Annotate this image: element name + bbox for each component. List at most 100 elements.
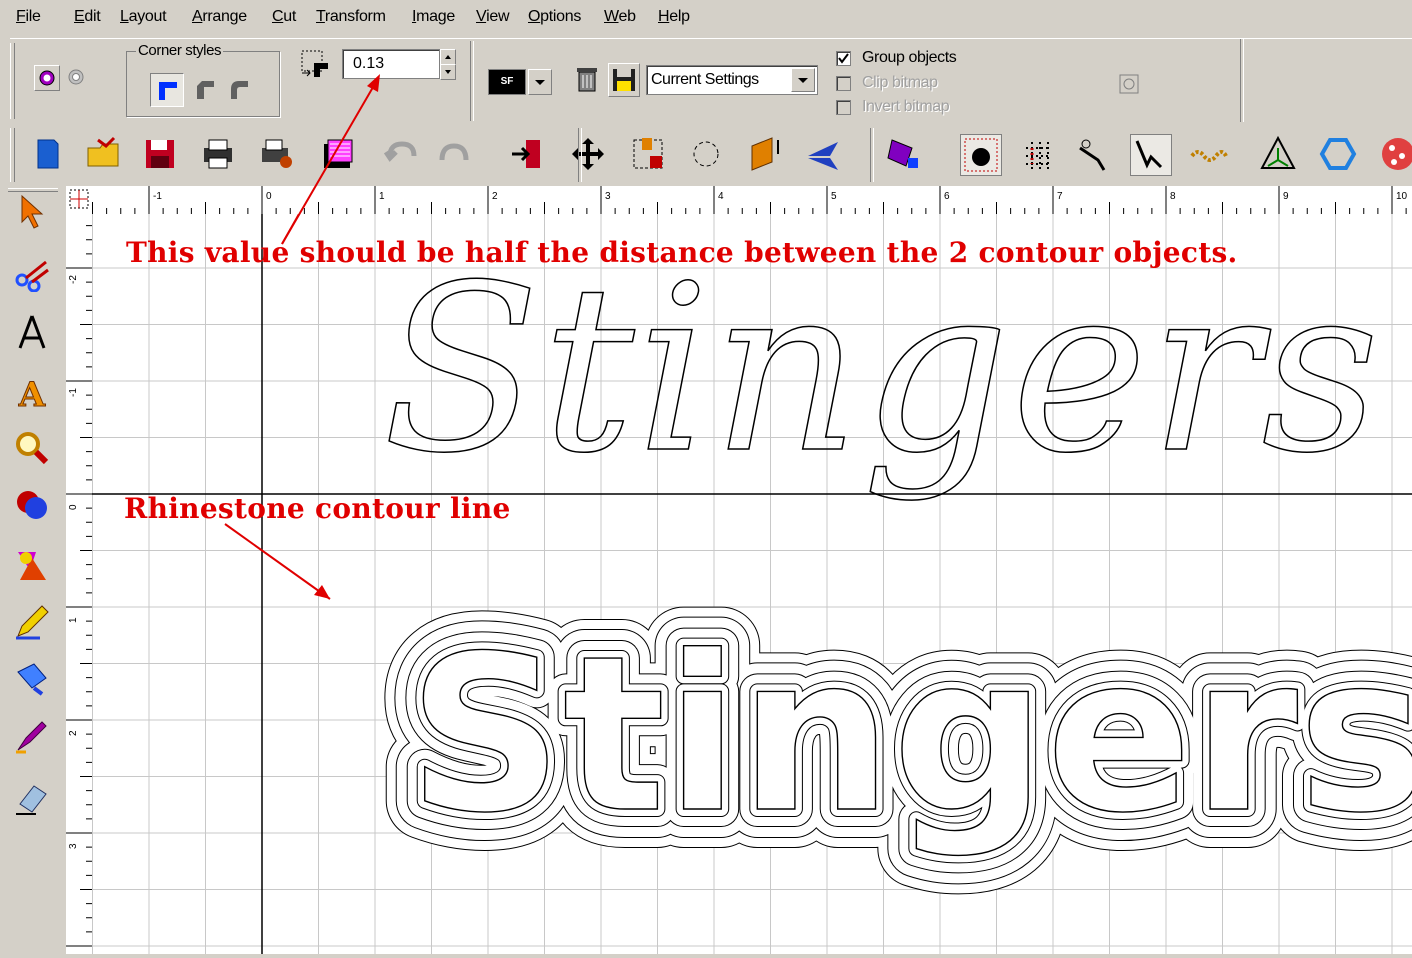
corner-round-button[interactable] — [224, 74, 254, 104]
menu-edit[interactable]: Edit — [74, 8, 101, 26]
select-arrow-icon[interactable] — [12, 192, 52, 232]
dots-icon[interactable] — [1376, 134, 1412, 174]
undo-icon[interactable] — [382, 134, 422, 174]
menu-accelerator: V — [476, 8, 487, 25]
menu-cut[interactable]: Cut — [272, 8, 296, 26]
open-icon[interactable] — [84, 134, 124, 174]
offset-input[interactable]: 0.13 — [342, 49, 440, 79]
menu-image[interactable]: Image — [412, 8, 455, 26]
pencil-icon[interactable] — [12, 602, 52, 642]
menu-web[interactable]: Web — [604, 8, 636, 26]
exit-icon[interactable] — [508, 134, 548, 174]
corner-bevel-button[interactable] — [190, 74, 220, 104]
menu-label: iew — [486, 8, 510, 25]
fill-shapes-icon[interactable] — [12, 544, 52, 584]
rhinestone-edit-icon[interactable] — [1130, 134, 1172, 176]
toolbox: A — [0, 186, 66, 954]
triangle-icon[interactable] — [1258, 134, 1298, 174]
hexagon-icon[interactable] — [1318, 134, 1358, 174]
ruler-label: 5 — [831, 191, 837, 202]
move-icon[interactable] — [568, 134, 608, 174]
separator — [470, 41, 474, 121]
zoom-icon[interactable] — [12, 428, 52, 468]
menu-label: ut — [283, 8, 297, 25]
menu-transform[interactable]: Transform — [316, 8, 386, 26]
ruler-label: -1 — [153, 191, 162, 202]
print-icon[interactable] — [198, 134, 238, 174]
stingers-outline-bottom[interactable]: Stingers — [407, 608, 1412, 860]
mirror-icon[interactable] — [804, 134, 844, 174]
invert-bitmap-checkbox[interactable] — [836, 100, 851, 115]
ruler-label: 2 — [492, 191, 498, 202]
menu-options[interactable]: Options — [528, 8, 581, 26]
save-icon[interactable] — [140, 134, 180, 174]
ruler-label: 9 — [1283, 191, 1289, 202]
ruler-label: 3 — [605, 191, 611, 202]
menu-layout[interactable]: Layout — [120, 8, 167, 26]
scissors-icon[interactable] — [12, 252, 52, 293]
design-artwork[interactable]: Stingers Stingers Stingers Stingers Stin… — [92, 214, 1412, 954]
menu-accelerator: H — [658, 8, 670, 25]
shapes-icon[interactable] — [12, 484, 52, 524]
svg-text:A: A — [18, 375, 46, 412]
color-icon[interactable] — [884, 134, 924, 174]
group-objects-checkbox[interactable] — [836, 51, 851, 66]
menu-label: mage — [416, 8, 455, 25]
menu-accelerator: W — [604, 8, 619, 25]
font-chip[interactable]: SF — [488, 69, 526, 95]
toolbar-grip[interactable] — [10, 43, 15, 119]
ruler-label: -1 — [68, 388, 79, 397]
annotation-arrows — [224, 214, 331, 600]
menu-label: elp — [669, 8, 690, 25]
settings-select[interactable]: Current Settings — [646, 65, 818, 95]
design-canvas[interactable]: Stingers Stingers Stingers Stingers Stin… — [92, 214, 1412, 954]
paint-bucket-icon[interactable] — [12, 658, 52, 698]
skew-icon[interactable] — [744, 134, 784, 174]
eraser-icon[interactable] — [12, 778, 52, 818]
node-style-button-b[interactable] — [64, 65, 88, 89]
toolbar-grip[interactable] — [10, 128, 15, 182]
offset-spin-up[interactable] — [440, 49, 456, 65]
print-setup-icon[interactable] — [256, 134, 296, 174]
settings-dropdown-arrow[interactable] — [791, 68, 815, 92]
ruler-label: 0 — [266, 191, 272, 202]
rhinestone-grid-icon[interactable] — [1018, 134, 1058, 174]
rotate-icon[interactable] — [686, 134, 726, 174]
node-edit-icon[interactable] — [12, 312, 52, 352]
annotation-top: This value should be half the distance b… — [126, 236, 1238, 269]
rhinestone-fill-icon[interactable] — [960, 134, 1002, 176]
rhinestone-contour[interactable]: Stingers Stingers Stingers Stingers Stin… — [369, 570, 1412, 899]
redo-icon[interactable] — [434, 134, 474, 174]
ruler-label: 1 — [379, 191, 385, 202]
offset-spin-down[interactable] — [440, 64, 456, 80]
menu-view[interactable]: View — [476, 8, 510, 26]
invert-bitmap-label: Invert bitmap — [862, 98, 950, 115]
text-tool-icon[interactable]: A — [12, 372, 52, 416]
offset-icon — [300, 49, 332, 83]
horizontal-ruler[interactable]: -1 0 1 2 3 4 5 6 7 8 9 10 — [92, 186, 1412, 215]
ruler-label: 8 — [1170, 191, 1176, 202]
menu-accelerator: C — [272, 8, 284, 25]
ruler-origin-button[interactable] — [66, 186, 93, 215]
menu-help[interactable]: Help — [658, 8, 690, 26]
trash-icon[interactable] — [572, 63, 602, 95]
ruler-label: 1 — [68, 617, 79, 623]
resize-icon[interactable] — [628, 134, 668, 174]
vertical-ruler[interactable]: -2-101234 — [66, 214, 93, 958]
group-objects-label: Group objects — [862, 49, 957, 66]
rhinestone-brush-icon[interactable] — [1074, 134, 1114, 174]
menu-file[interactable]: File — [16, 8, 41, 26]
rhinestone-line-icon[interactable] — [1188, 134, 1228, 174]
font-dropdown-button[interactable] — [528, 69, 552, 95]
pen-icon[interactable] — [12, 716, 52, 756]
bitmap-icon[interactable] — [318, 134, 358, 174]
menu-label: dit — [84, 8, 101, 25]
stingers-outline-top[interactable]: Stingers — [382, 236, 1381, 505]
save-settings-button[interactable] — [608, 63, 640, 97]
menu-arrange[interactable]: Arrange — [192, 8, 247, 26]
clip-bitmap-checkbox[interactable] — [836, 76, 851, 91]
corner-square-button[interactable] — [150, 73, 184, 107]
node-style-button-a[interactable] — [34, 65, 60, 91]
new-icon[interactable] — [28, 134, 68, 174]
bitmap-frame-icon[interactable] — [1118, 73, 1140, 95]
